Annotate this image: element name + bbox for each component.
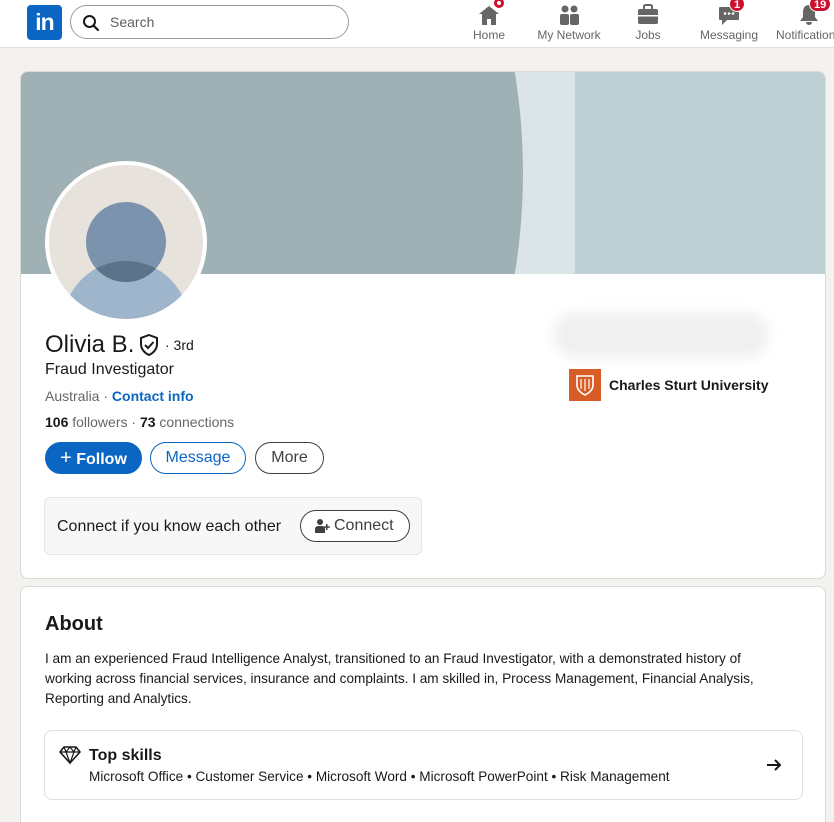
more-button[interactable]: More bbox=[255, 442, 324, 474]
nav-messaging[interactable]: 1 Messaging bbox=[697, 0, 761, 48]
location-separator: · bbox=[99, 388, 112, 404]
nav-my-network-label: My Network bbox=[537, 28, 601, 42]
nav-home-label: Home bbox=[472, 28, 505, 42]
connect-button[interactable]: Connect bbox=[300, 510, 410, 542]
diamond-icon bbox=[59, 746, 81, 765]
nav-jobs[interactable]: Jobs bbox=[625, 0, 671, 48]
about-text: I am an experienced Fraud Intelligence A… bbox=[45, 651, 754, 706]
network-icon bbox=[560, 5, 579, 25]
stats-separator: · bbox=[127, 414, 140, 430]
top-skills-row[interactable]: Top skills Microsoft Office • Customer S… bbox=[44, 730, 803, 800]
connect-prompt-text: Connect if you know each other bbox=[57, 518, 282, 535]
profile-card: Olivia B. · 3rd Fraud Investigator Austr… bbox=[20, 71, 826, 579]
profile-location-line: Australia · Contact info bbox=[45, 388, 194, 404]
home-notification-dot bbox=[492, 0, 506, 10]
follow-button[interactable]: + Follow bbox=[45, 442, 142, 474]
linkedin-logo[interactable]: in bbox=[27, 5, 62, 40]
search-box[interactable] bbox=[70, 5, 349, 39]
nav-jobs-label: Jobs bbox=[635, 28, 661, 42]
connections-label[interactable]: connections bbox=[156, 414, 234, 430]
briefcase-icon bbox=[638, 4, 658, 24]
add-person-icon bbox=[315, 519, 330, 533]
nav-home[interactable]: Home bbox=[463, 0, 515, 48]
message-button[interactable]: Message bbox=[150, 442, 246, 474]
connection-degree: · 3rd bbox=[165, 337, 194, 353]
connect-prompt-box: Connect if you know each other Connect bbox=[44, 497, 422, 555]
search-icon bbox=[83, 15, 100, 32]
about-title: About bbox=[45, 613, 103, 635]
profile-headline: Fraud Investigator bbox=[45, 361, 174, 378]
nav-my-network[interactable]: My Network bbox=[530, 0, 608, 48]
search-input[interactable] bbox=[110, 11, 330, 33]
contact-info-link[interactable]: Contact info bbox=[112, 388, 194, 404]
top-skills-list: Microsoft Office • Customer Service • Mi… bbox=[89, 769, 670, 784]
arrow-right-icon[interactable] bbox=[765, 756, 783, 774]
top-nav-bar: in Home My Network Jobs bbox=[0, 0, 834, 48]
messaging-badge: 1 bbox=[729, 0, 746, 12]
education-name: Charles Sturt University bbox=[609, 377, 769, 393]
connect-button-label: Connect bbox=[334, 517, 394, 534]
profile-stats: 106 followers · 73 connections bbox=[45, 414, 234, 430]
nav-messaging-label: Messaging bbox=[699, 28, 759, 42]
redacted-company bbox=[553, 312, 769, 358]
profile-avatar[interactable] bbox=[45, 161, 207, 323]
profile-location: Australia bbox=[45, 388, 100, 404]
university-logo bbox=[569, 369, 601, 401]
verified-shield-icon[interactable] bbox=[139, 334, 159, 356]
about-card: About I am an experienced Fraud Intellig… bbox=[20, 586, 826, 822]
nav-notifications-label: Notifications bbox=[776, 28, 834, 42]
plus-icon: + bbox=[60, 447, 72, 469]
follow-button-label: Follow bbox=[76, 451, 127, 468]
nav-notifications[interactable]: 19 Notifications bbox=[775, 0, 834, 48]
notifications-badge: 19 bbox=[809, 0, 832, 12]
avatar-overlap-shape bbox=[86, 202, 166, 282]
top-skills-title: Top skills bbox=[89, 747, 162, 764]
connections-count[interactable]: 73 bbox=[140, 414, 156, 430]
profile-name: Olivia B. bbox=[45, 331, 135, 358]
followers-count: 106 bbox=[45, 414, 69, 430]
followers-label: followers bbox=[68, 414, 128, 430]
